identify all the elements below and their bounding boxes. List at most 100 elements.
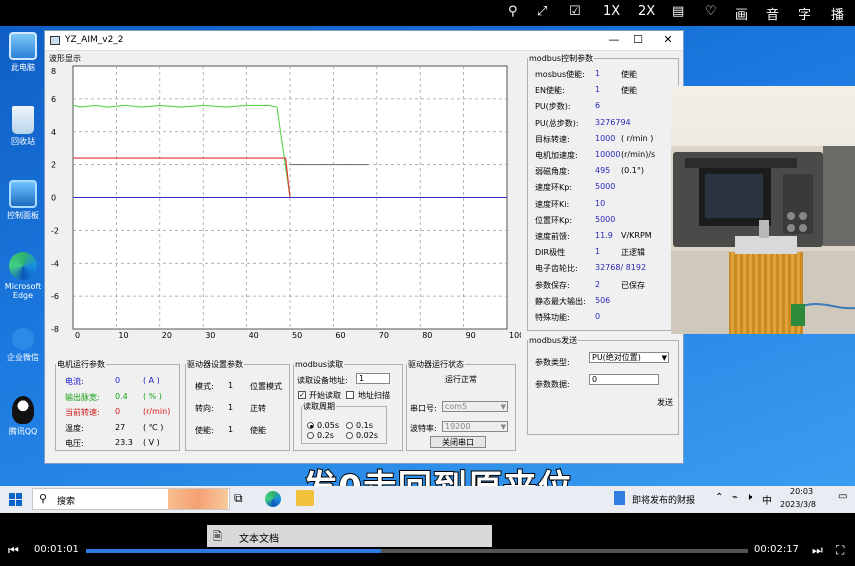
close-port-button[interactable]: 关闭串口 [430,436,486,448]
search-box[interactable]: ⚲ 搜索 [32,488,230,510]
address-scan-checkbox[interactable] [346,391,354,399]
motor-param-value: 0.4 [115,391,128,401]
desktop-icon-recycle[interactable]: 回收站 [2,106,44,147]
app-icon [50,36,60,45]
previous-icon[interactable]: ⏮ [8,543,19,558]
driver-setting-label: 转向: [195,404,214,413]
desktop-icon-label: 此电脑 [11,63,35,72]
modbus-param-value: 506 [595,295,611,305]
read-address-input[interactable]: 1 [356,373,390,384]
playlist-item-label: 文本文档 [239,534,279,545]
minimize-button[interactable]: — [603,33,625,49]
desktop-icon-control-panel[interactable]: 控制面板 [2,180,44,221]
clock-time[interactable]: 20:03 [790,487,813,496]
y-tick-label: -6 [51,292,59,301]
desktop-icon-label: 企业微信 [7,353,39,362]
modbus-param-label: PU(总步数): [535,118,579,128]
network-icon[interactable]: ⌁ [732,492,738,503]
fullscreen-icon[interactable]: ⛶ [836,543,844,558]
motor-photo-image [671,146,855,334]
layout-icon[interactable]: ▤ [672,4,684,19]
x-tick-label: 80 [422,331,432,340]
y-tick-label: -8 [51,325,59,334]
modbus-param-value: 5000 [595,214,616,224]
edit-icon[interactable]: ☑ [569,4,581,19]
audio-button[interactable]: 音 [766,4,779,23]
qq-icon [12,396,34,424]
task-view-icon[interactable]: ⧉ [234,491,243,506]
expand-icon[interactable]: ⤢ [537,4,547,19]
modbus-param-desc: ( r/min ) [621,133,654,143]
file-explorer-icon[interactable] [296,490,314,506]
start-read-label: 开始读取 [309,391,341,400]
modbus-param-label: 电机加速度: [535,151,578,160]
param-data-input[interactable]: 0 [589,374,659,385]
document-icon: 🗎 [213,530,222,543]
port-label: 串口号: [410,404,437,413]
edge-icon [9,252,37,280]
period-radio-002[interactable] [346,432,353,439]
news-text[interactable]: 即将发布的财报 [632,493,695,506]
next-icon[interactable]: ⏭ [812,543,823,558]
start-read-checkbox[interactable]: ✓ [298,391,306,399]
period-radio-02[interactable] [307,432,314,439]
progress-track[interactable] [86,549,748,553]
camera-photo [671,86,855,334]
x-tick-label: 70 [379,331,389,340]
modbus-param-label: 特殊功能: [535,313,570,322]
maximize-button[interactable]: ☐ [627,33,649,49]
desktop-icon-computer[interactable]: 此电脑 [2,32,44,73]
modbus-param-label: 静态最大输出: [535,296,586,306]
chevron-down-icon: ▼ [661,354,667,362]
desktop-icon-qq[interactable]: 腾讯QQ [2,396,44,437]
picture-button[interactable]: 画 [735,4,748,23]
modbus-param-value: 5000 [595,182,616,192]
modbus-param-label: PU(步数): [535,102,571,112]
tray-chevron-icon[interactable]: ⌃ [715,492,723,503]
desktop-icon-wecom[interactable]: 企业微信 [2,328,44,363]
notification-icon[interactable]: ▭ [838,491,847,502]
desktop-icon-label: 回收站 [11,137,35,146]
x-tick-label: 50 [292,331,302,340]
progress-fill [86,549,381,553]
clock-date[interactable]: 2023/3/8 [780,500,816,509]
param-type-select[interactable]: PU(绝对位置) ▼ [589,352,669,363]
baud-select[interactable]: 19200 ▼ [442,421,508,432]
y-tick-label: 6 [51,95,56,104]
window-title-bar[interactable]: YZ_AIM_v2_2 — ☐ ✕ [45,31,683,51]
modbus-param-value: 0 [595,312,601,321]
bulb-icon[interactable]: ♡ [705,4,717,19]
volume-icon[interactable]: 🕨 [746,492,752,503]
motor-param-unit: ( A ) [143,376,160,385]
play-settings-button[interactable]: 播 [831,4,844,23]
subtitle-button[interactable]: 字 [798,4,811,23]
desktop-icon-edge[interactable]: Microsoft Edge [2,252,44,300]
modbus-param-desc: 正逻辑 [621,248,645,258]
modbus-param-label: DIR极性 [535,248,566,258]
pin-icon[interactable]: ⚲ [508,4,518,19]
app-window: YZ_AIM_v2_2 — ☐ ✕ 波形显示 0 10 20 30 40 50 60 70 80… [44,30,684,464]
search-icon: ⚲ [39,492,48,505]
close-button[interactable]: ✕ [657,33,679,49]
port-select[interactable]: com5 ▼ [442,401,508,412]
x-tick-label: 90 [466,331,476,340]
current-time: 00:01:01 [34,544,79,555]
start-button[interactable] [9,493,22,506]
ime-indicator[interactable]: 中 [762,492,772,507]
playlist-item[interactable]: 🗎 文本文档 [207,525,492,547]
motor-param-unit: ( ℃ ) [143,422,164,432]
port-value: com5 [445,402,468,411]
modbus-param-value: 10 [595,198,606,208]
period-radio-005[interactable] [307,422,314,429]
y-tick-label: 0 [51,194,56,203]
edge-taskbar-icon[interactable] [265,491,281,507]
speed-1x-button[interactable]: 1X [603,4,620,19]
period-radio-01[interactable] [346,422,353,429]
y-tick-label: -4 [51,259,59,268]
motor-param-unit: ( V ) [143,438,160,447]
modbus-param-desc: (0.1°) [621,166,644,176]
speed-2x-button[interactable]: 2X [638,4,655,19]
send-button[interactable]: 发送 [651,397,679,409]
chevron-down-icon: ▼ [500,423,506,431]
modbus-param-value: 6 [595,101,601,111]
